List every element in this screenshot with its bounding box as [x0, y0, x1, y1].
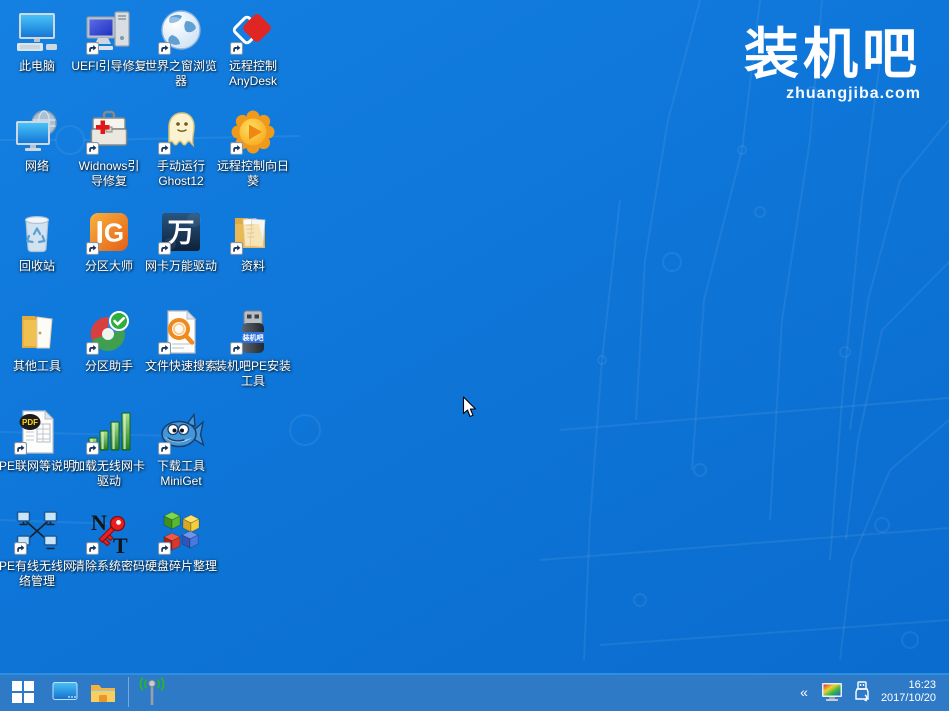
repair-toolbox-icon	[85, 108, 133, 156]
svg-text:PDF: PDF	[22, 418, 38, 427]
svg-text:G: G	[104, 218, 124, 248]
shortcut-arrow-icon	[86, 542, 99, 555]
desktop-icon-pe-network-guide[interactable]: PDF PE联网等说明	[1, 406, 73, 506]
shortcut-arrow-icon	[158, 542, 171, 555]
desktop-icon-disk-defrag[interactable]: 硬盘碎片整理	[145, 506, 217, 606]
antenna-signal-icon	[138, 677, 166, 707]
taskbar: « 16:23 2017/10/20	[0, 673, 949, 711]
clock-date: 2017/10/20	[881, 692, 936, 705]
network-icon	[13, 108, 61, 156]
nt-password-key-icon: N T	[85, 508, 133, 556]
globe-browser-icon	[157, 8, 205, 56]
desktop-icon-world-window-browser[interactable]: 世界之窗浏览 器	[145, 6, 217, 106]
desktop-icon-universal-nic-driver[interactable]: 万 网卡万能驱动	[145, 206, 217, 306]
desktop-icon-anydesk[interactable]: 远程控制 AnyDesk	[217, 6, 289, 106]
shortcut-arrow-icon	[158, 42, 171, 55]
icon-label: 硬盘碎片整理	[138, 559, 224, 574]
clock-time: 16:23	[881, 679, 936, 692]
shortcut-arrow-icon	[86, 442, 99, 455]
svg-text:万: 万	[168, 218, 195, 249]
svg-text:N: N	[91, 510, 107, 535]
partition-pie-icon	[85, 308, 133, 356]
desktop-icon-sunflower-remote[interactable]: 远程控制向日 葵	[217, 106, 289, 206]
pdf-document-icon: PDF	[13, 408, 61, 456]
display-icon	[52, 681, 78, 703]
desktop-icon-uefi-boot-repair[interactable]: UEFI引导修复	[73, 6, 145, 106]
anydesk-diamond-icon	[229, 8, 277, 56]
desktop-icon-recycle-bin[interactable]: 回收站	[1, 206, 73, 306]
computer-tower-icon	[85, 8, 133, 56]
file-search-icon	[157, 308, 205, 356]
taskbar-wireless-tool-button[interactable]	[133, 673, 171, 711]
tray-usb-eject-icon[interactable]	[854, 681, 870, 703]
this-pc-icon	[13, 8, 61, 56]
desktop-icon-grid: 此电脑 网络	[1, 6, 289, 606]
signal-bars-icon	[85, 408, 133, 456]
tray-display-settings-icon[interactable]	[821, 682, 843, 702]
wan-driver-icon: 万	[157, 208, 205, 256]
shortcut-arrow-icon	[86, 142, 99, 155]
shortcut-arrow-icon	[86, 42, 99, 55]
svg-text:T: T	[113, 533, 128, 556]
desktop-icon-miniget[interactable]: 下载工具 MiniGet	[145, 406, 217, 506]
desktop-icon-network[interactable]: 网络	[1, 106, 73, 206]
documents-folder-icon	[229, 208, 277, 256]
folder-explorer-icon	[90, 682, 116, 703]
windows-logo-icon	[12, 681, 34, 703]
shortcut-arrow-icon	[158, 242, 171, 255]
start-button[interactable]	[0, 673, 46, 711]
shortcut-arrow-icon	[86, 342, 99, 355]
icon-label: 装机吧PE安装 工具	[210, 359, 296, 389]
desktop-icon-wireless-nic-driver[interactable]: 加载无线网卡 驱动	[73, 406, 145, 506]
desktop-icon-pe-network-manager[interactable]: PE有线无线网 络管理	[1, 506, 73, 606]
icon-label: 远程控制 AnyDesk	[210, 59, 296, 89]
desktop-icon-run-ghost12[interactable]: 手动运行 Ghost12	[145, 106, 217, 206]
shortcut-arrow-icon	[230, 342, 243, 355]
desktop-icon-file-quick-search[interactable]: 文件快速搜索	[145, 306, 217, 406]
shortcut-arrow-icon	[14, 542, 27, 555]
ghost-icon	[157, 108, 205, 156]
shortcut-arrow-icon	[158, 142, 171, 155]
tray-expand-chevron[interactable]: «	[798, 681, 810, 703]
diskgenius-icon: G	[85, 208, 133, 256]
defrag-cubes-icon	[157, 508, 205, 556]
desktop-icon-this-pc[interactable]: 此电脑	[1, 6, 73, 106]
desktop-icon-other-tools[interactable]: 其他工具	[1, 306, 73, 406]
screen: 装机吧 zhuangjiba.com 此电脑	[0, 0, 949, 711]
svg-text:装机吧: 装机吧	[242, 333, 264, 342]
shortcut-arrow-icon	[158, 342, 171, 355]
desktop-icon-partition-assistant[interactable]: 分区助手	[73, 306, 145, 406]
recycle-bin-icon	[13, 208, 61, 256]
desktop-icon-windows-boot-repair[interactable]: Widnows引 导修复	[73, 106, 145, 206]
desktop-icon-zhuangjiba-pe-installer[interactable]: 装机吧 装机吧PE安装 工具	[217, 306, 289, 406]
usb-drive-icon: 装机吧	[229, 308, 277, 356]
desktop-icon-partition-master[interactable]: G 分区大师	[73, 206, 145, 306]
icon-label: 下载工具 MiniGet	[138, 459, 224, 489]
icon-label: 远程控制向日 葵	[210, 159, 296, 189]
shark-icon	[157, 408, 205, 456]
icon-label: 资料	[210, 259, 296, 274]
shortcut-arrow-icon	[86, 242, 99, 255]
taskbar-display-tool-button[interactable]	[46, 673, 84, 711]
shortcut-arrow-icon	[230, 242, 243, 255]
taskbar-file-explorer-button[interactable]	[84, 673, 122, 711]
taskbar-separator	[128, 677, 129, 707]
shortcut-arrow-icon	[158, 442, 171, 455]
folder-open-icon	[13, 308, 61, 356]
system-tray: « 16:23 2017/10/20	[798, 673, 949, 711]
network-topology-icon	[13, 508, 61, 556]
shortcut-arrow-icon	[14, 442, 27, 455]
desktop-icon-clear-system-password[interactable]: N T 清除系统密码	[73, 506, 145, 606]
shortcut-arrow-icon	[230, 42, 243, 55]
tray-clock[interactable]: 16:23 2017/10/20	[881, 679, 938, 705]
shortcut-arrow-icon	[230, 142, 243, 155]
sunflower-icon	[229, 108, 277, 156]
desktop-icon-documents[interactable]: 资料	[217, 206, 289, 306]
